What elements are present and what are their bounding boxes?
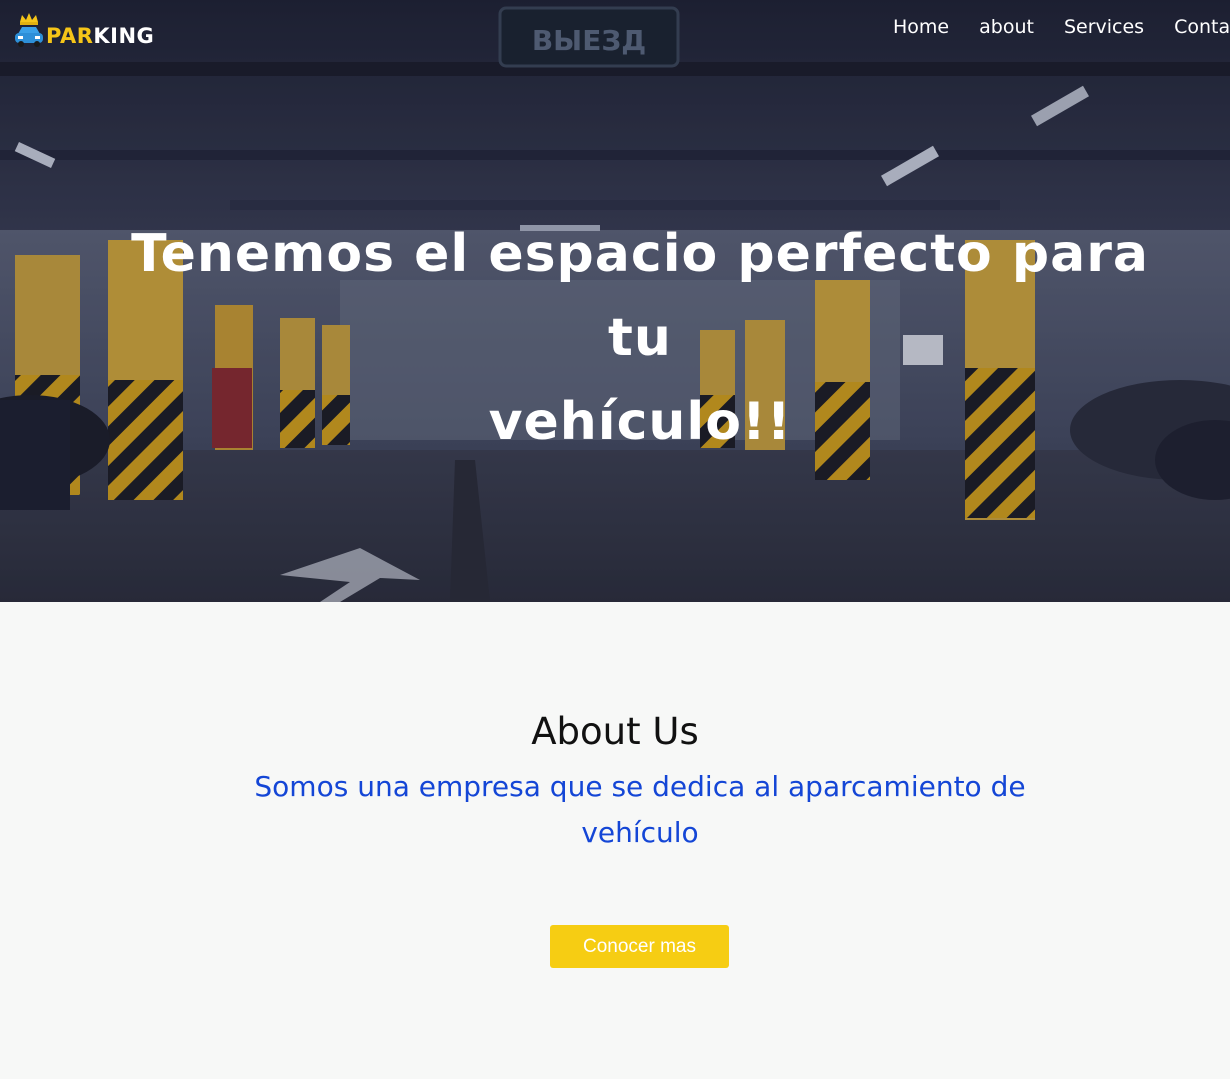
about-title: About Us	[531, 710, 699, 753]
brand-name-part2: KING	[93, 24, 155, 48]
nav-about[interactable]: about	[979, 16, 1034, 38]
hero-title: Tenemos el espacio perfecto para tu vehíc…	[100, 212, 1180, 464]
brand-logo[interactable]: PARKING	[12, 6, 154, 50]
brand-name-part1: PAR	[46, 24, 94, 48]
nav-contact[interactable]: Conta	[1174, 16, 1230, 38]
about-description-line2: vehículo	[581, 816, 699, 849]
hero-title-line2: vehículo!!	[488, 392, 792, 452]
main-navigation: Home about Services Conta	[893, 16, 1230, 38]
car-crown-icon	[15, 13, 43, 47]
navbar: PARKING Home about Services Conta	[0, 0, 1230, 62]
about-description: Somos una empresa que se dedica al aparc…	[215, 764, 1065, 856]
nav-home[interactable]: Home	[893, 16, 949, 38]
nav-services[interactable]: Services	[1064, 16, 1144, 38]
about-description-line1: Somos una empresa que se dedica al aparc…	[254, 770, 1026, 803]
learn-more-button[interactable]: Conocer mas	[550, 925, 729, 968]
hero-section: ВЫЕЗД PARKING Home about Services Conta …	[0, 0, 1230, 602]
about-section: About Us Somos una empresa que se dedica…	[0, 602, 1230, 1079]
hero-title-line1: Tenemos el espacio perfecto para tu	[131, 224, 1149, 368]
brand-name: PARKING	[46, 26, 154, 47]
